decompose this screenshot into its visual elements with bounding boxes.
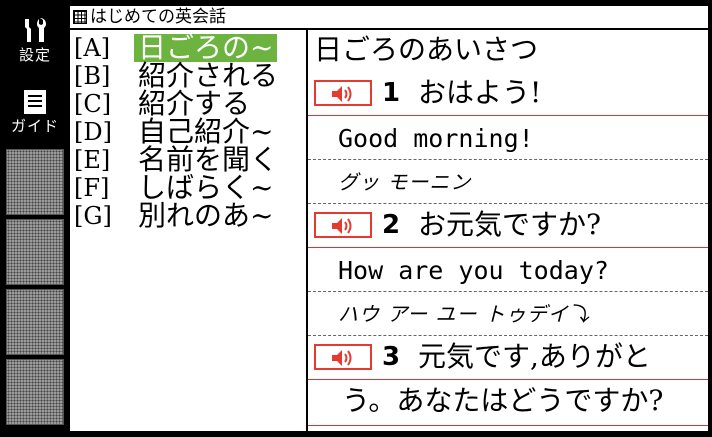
index-item[interactable]: [D] 自己紹介~ — [74, 115, 304, 148]
index-key: [A] — [74, 34, 111, 62]
index-key: [E] — [74, 146, 111, 174]
index-key: [G] — [74, 202, 112, 230]
index-key: [D] — [74, 118, 112, 146]
sidebar-blank-slot — [6, 219, 64, 285]
settings-label: 設定 — [18, 46, 51, 64]
index-item[interactable]: [C] 紹介する — [74, 87, 304, 120]
sidebar-blank-slot — [6, 289, 64, 355]
index-item[interactable]: [B] 紹介される — [74, 59, 304, 92]
sidebar: 設定 ガイド — [4, 4, 66, 433]
phrase-number: 1 — [382, 78, 401, 108]
play-audio-button[interactable] — [314, 344, 372, 370]
guide-button[interactable]: ガイド — [4, 76, 66, 146]
sidebar-blank-slot — [6, 359, 64, 425]
speaker-icon — [332, 218, 352, 234]
sidebar-blank-slot — [6, 149, 64, 215]
tools-icon — [25, 18, 46, 42]
speaker-icon — [332, 350, 352, 366]
document-icon — [24, 90, 46, 114]
english-phrase: Good morning! — [338, 124, 534, 153]
phrase-number: 2 — [382, 210, 401, 240]
index-item[interactable]: [G] 別れのあ~ — [74, 199, 304, 232]
device-frame: 設定 ガイド はじめての英会話 [A] 日ごろの~ [B] 紹介される [C] … — [0, 0, 712, 437]
japanese-phrase: おはよう! — [418, 76, 542, 109]
pronunciation-row: ハウ アー ユー トゥデイ⤵ — [308, 292, 708, 336]
index-item[interactable]: [F] しばらく~ — [74, 171, 304, 204]
index-label: しばらく~ — [138, 171, 274, 204]
index-label: 別れのあ~ — [138, 199, 274, 232]
english-phrase: How are you today? — [338, 256, 609, 285]
play-audio-button[interactable] — [314, 80, 372, 106]
index-list: [A] 日ごろの~ [B] 紹介される [C] 紹介する [D] 自己紹介~ [… — [70, 30, 306, 431]
index-item[interactable]: [A] 日ごろの~ — [74, 34, 304, 62]
content-heading: 日ごろのあいさつ — [314, 33, 539, 66]
japanese-phrase-continued: う。あなたはどうですか? — [342, 384, 664, 417]
phrase-number: 3 — [382, 342, 401, 372]
speaker-icon — [332, 86, 352, 102]
english-row: Good morning! — [308, 116, 708, 160]
content-pane: 日ごろのあいさつ 1 おはよう! Good morning! グッ モーニン 2… — [308, 30, 708, 431]
page-title: はじめての英会話 — [90, 7, 226, 27]
title-bar: はじめての英会話 — [70, 6, 708, 30]
guide-label: ガイド — [10, 117, 59, 135]
play-audio-button[interactable] — [314, 212, 372, 238]
phrase-row: 1 おはよう! — [308, 72, 708, 116]
index-label: 名前を聞く — [138, 143, 279, 176]
english-row: How are you today? — [308, 248, 708, 292]
index-label: 紹介される — [138, 59, 279, 92]
pronunciation-text: ハウ アー ユー トゥデイ⤵ — [338, 302, 590, 326]
pronunciation-text: グッ モーニン — [338, 170, 472, 194]
index-key: [F] — [74, 174, 110, 202]
pronunciation-row: グッ モーニン — [308, 160, 708, 204]
index-label: 紹介する — [138, 87, 251, 120]
phrase-row: 3 元気です,ありがと — [308, 336, 708, 380]
settings-button[interactable]: 設定 — [4, 4, 66, 74]
index-item[interactable]: [E] 名前を聞く — [74, 143, 304, 176]
main-panel: はじめての英会話 [A] 日ごろの~ [B] 紹介される [C] 紹介する [D… — [70, 6, 708, 431]
index-key: [C] — [74, 90, 112, 118]
japanese-phrase: お元気ですか? — [418, 208, 602, 241]
book-grid-icon — [73, 10, 87, 24]
phrase-continuation-row: う。あなたはどうですか? — [308, 380, 708, 426]
index-label: 自己紹介~ — [138, 115, 274, 148]
phrase-row: 2 お元気ですか? — [308, 204, 708, 248]
index-label-selected: 日ごろの~ — [134, 34, 278, 62]
index-key: [B] — [74, 62, 111, 90]
japanese-phrase: 元気です,ありがと — [418, 340, 651, 373]
